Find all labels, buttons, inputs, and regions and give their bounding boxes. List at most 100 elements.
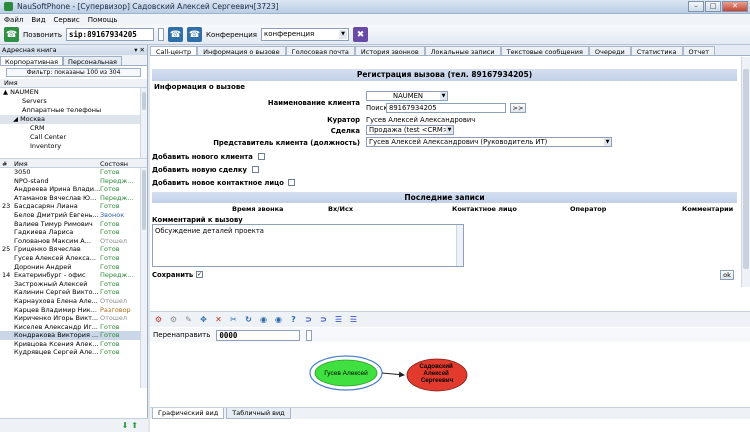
arrow-up-icon[interactable]: ⬆: [131, 421, 138, 430]
col-operator[interactable]: Оператор: [570, 205, 606, 213]
ok-button[interactable]: ok: [720, 270, 734, 280]
close-button[interactable]: ✕: [722, 1, 748, 12]
col-contact[interactable]: Контактное лицо: [452, 205, 517, 213]
col-name[interactable]: Имя: [14, 159, 100, 168]
unlink-icon[interactable]: ⚙: [168, 314, 179, 325]
deal-select[interactable]: Продажа (test <CRM> ▼: [366, 125, 454, 135]
filter-button[interactable]: Фильтр: показаны 100 из 304: [6, 68, 141, 77]
tab-6[interactable]: Очереди: [588, 46, 631, 56]
contact-row[interactable]: Киселев Александр Иг... Готов: [0, 323, 147, 332]
tab-graphic-view[interactable]: Графический вид: [152, 408, 225, 419]
hold-icon[interactable]: ☎: [187, 27, 203, 42]
tab-7[interactable]: Статистика: [630, 46, 683, 56]
tree-item[interactable]: Аппаратные телефоны: [0, 106, 147, 115]
contact-row[interactable]: Доронин Андрей Готов: [0, 263, 147, 272]
align-justify-icon[interactable]: ☰: [348, 314, 359, 325]
contact-row[interactable]: 23 Басдасарян Лиана Готов: [0, 202, 147, 211]
link-icon[interactable]: ⚙: [153, 314, 164, 325]
conference-icon[interactable]: ✖: [353, 27, 368, 42]
add-client-checkbox[interactable]: [258, 153, 265, 160]
number-input[interactable]: sip:89167934205: [66, 28, 155, 41]
col-status[interactable]: Состоян: [100, 159, 138, 168]
tab-5[interactable]: Текстовые сообщения: [500, 46, 589, 56]
number-dropdown[interactable]: [158, 28, 165, 41]
menu-help[interactable]: Помощь: [88, 16, 118, 24]
maximize-button[interactable]: □: [705, 1, 721, 12]
globe-alt-icon[interactable]: ◉: [273, 314, 284, 325]
minimize-button[interactable]: –: [688, 1, 704, 12]
move-icon[interactable]: ✥: [198, 314, 209, 325]
client-select[interactable]: NAUMEN ▼: [366, 91, 448, 101]
col-call-time[interactable]: Время звонка: [232, 205, 283, 213]
tab-personal[interactable]: Персональная: [63, 56, 122, 66]
contact-row[interactable]: 3050 Готов: [0, 168, 147, 177]
comment-scrollbar[interactable]: [456, 225, 463, 266]
tree-item[interactable]: Servers: [0, 97, 147, 106]
redirect-dropdown[interactable]: [306, 329, 313, 341]
globe-icon[interactable]: ◉: [258, 314, 269, 325]
contact-row[interactable]: NPO-stand Передж...: [0, 177, 147, 186]
add-deal-checkbox[interactable]: [252, 166, 259, 173]
add-contact-checkbox[interactable]: [288, 179, 295, 186]
tree-scrollbar[interactable]: [140, 88, 147, 158]
contact-row[interactable]: Карнаухова Елена Але... Отошел: [0, 297, 147, 306]
main-scrollbar[interactable]: [741, 57, 750, 287]
scroll-thumb[interactable]: [743, 69, 749, 269]
contact-row[interactable]: Карцев Владимир Ник... Разговор: [0, 306, 147, 315]
search-input[interactable]: 89167934205: [386, 103, 506, 113]
col-direction[interactable]: Вх/Исх: [328, 205, 353, 213]
help-icon[interactable]: ?: [288, 314, 299, 325]
contact-row[interactable]: Гусев Алексей Алекса... Готов: [0, 254, 147, 263]
edit-icon[interactable]: ✎: [183, 314, 194, 325]
contact-row[interactable]: Кириченко Игорь Викт... Отошел: [0, 314, 147, 323]
contact-row[interactable]: Голованов Максим А... Отошел: [0, 237, 147, 246]
contact-row[interactable]: Кондракова Виктория ... Готов: [0, 331, 147, 340]
save-checkbox[interactable]: ✓: [196, 271, 203, 278]
tab-4[interactable]: Локальные записи: [424, 46, 501, 56]
delete-icon[interactable]: ✕: [213, 314, 224, 325]
tab-0[interactable]: Call-центр: [150, 46, 198, 56]
conference-select[interactable]: конференция ▼: [261, 28, 349, 41]
panel-controls[interactable]: ▾ ✕: [134, 45, 145, 55]
contact-row[interactable]: Гадкиева Лариса Готов: [0, 228, 147, 237]
tab-3[interactable]: История звонков: [354, 46, 425, 56]
menu-view[interactable]: Вид: [31, 16, 45, 24]
contact-row[interactable]: Кудрявцев Сергей Але... Готов: [0, 348, 147, 357]
tab-table-view[interactable]: Табличный вид: [226, 408, 291, 419]
align-center-icon[interactable]: ⊃: [318, 314, 329, 325]
contact-row[interactable]: Кривцова Ксения Алек... Готов: [0, 340, 147, 349]
menu-file[interactable]: Файл: [4, 16, 23, 24]
align-left-icon[interactable]: ⊃: [303, 314, 314, 325]
contact-row[interactable]: Валиев Тимур Римович Готов: [0, 220, 147, 229]
tree-item[interactable]: ◢ Москва: [0, 115, 147, 124]
col-comments[interactable]: Комментарии: [682, 205, 733, 213]
contact-row[interactable]: Андреева Ирина Влади... Готов: [0, 185, 147, 194]
refresh-icon[interactable]: ↻: [243, 314, 254, 325]
tree-item[interactable]: Call Center: [0, 133, 147, 142]
tab-8[interactable]: Отчет: [682, 46, 716, 56]
comment-textarea[interactable]: Обсуждение деталей проекта: [152, 224, 464, 267]
align-right-icon[interactable]: ☰: [333, 314, 344, 325]
tab-1[interactable]: Информация о вызове: [197, 46, 286, 56]
cut-icon[interactable]: ✂: [228, 314, 239, 325]
transfer-icon[interactable]: ☎: [168, 27, 184, 42]
scroll-thumb[interactable]: [142, 170, 146, 230]
tree-item[interactable]: ▲ NAUMEN: [0, 88, 147, 97]
arrow-down-icon[interactable]: ⬇: [122, 421, 129, 430]
contacts-scrollbar[interactable]: [140, 168, 147, 388]
search-button[interactable]: >>: [510, 103, 526, 113]
tab-2[interactable]: Голосовая почта: [285, 46, 355, 56]
tree-item[interactable]: CRM: [0, 124, 147, 133]
tree-item[interactable]: Inventory: [0, 142, 147, 151]
menu-service[interactable]: Сервис: [54, 16, 80, 24]
call-phone-icon[interactable]: ☎: [4, 27, 19, 42]
scroll-thumb[interactable]: [142, 92, 146, 110]
contact-row[interactable]: 25 Гриценко Вячеслав Готов: [0, 245, 147, 254]
contact-row[interactable]: Застрожный Алексей Готов: [0, 280, 147, 289]
contact-row[interactable]: Атаманов Вячеслав Ю... Передж...: [0, 194, 147, 203]
contact-row[interactable]: Калинин Сергей Викто... Готов: [0, 288, 147, 297]
contact-row[interactable]: 14 Екатеринбург - офис Передж...: [0, 271, 147, 280]
tab-corporate[interactable]: Корпоративная: [0, 56, 64, 66]
client-rep-select[interactable]: Гусев Алексей Александрович (Руководител…: [366, 137, 612, 147]
contact-row[interactable]: Белов Дмитрий Евгень... Звонок: [0, 211, 147, 220]
